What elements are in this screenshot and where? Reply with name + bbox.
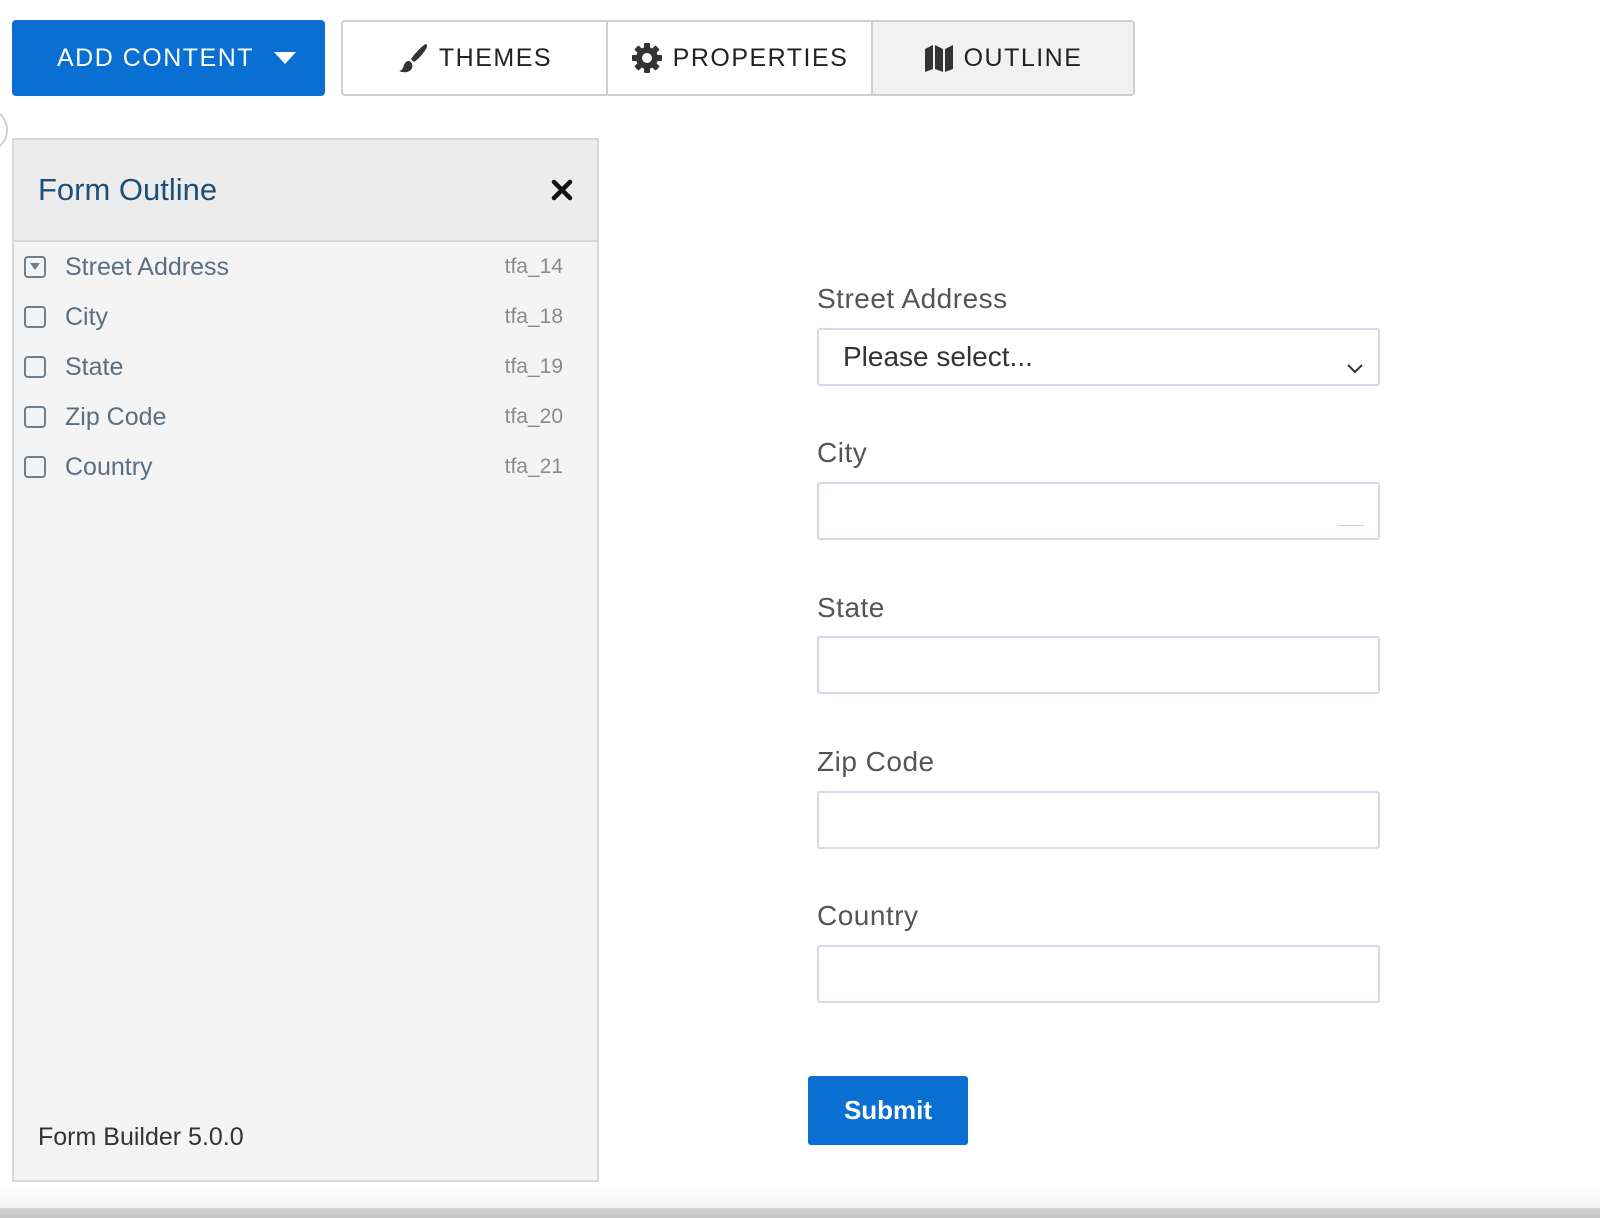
add-content-label: ADD CONTENT [57,43,255,72]
outline-item-label: State [65,352,124,381]
submit-button[interactable]: Submit [808,1076,968,1145]
outline-item-id: tfa_20 [504,405,563,428]
tab-outline-label: OUTLINE [963,43,1083,72]
tab-themes-label: THEMES [438,43,553,72]
zip-code-input[interactable] [817,791,1380,849]
outline-item-city[interactable]: City tfa_18 [14,292,597,342]
text-field-icon [24,456,46,478]
toolbar-tabs: THEMES PROPERTIES OUTLINE [341,20,1135,96]
panel-header: Form Outline [14,140,597,242]
text-field-icon [24,356,46,378]
country-label: Country [817,900,919,931]
state-input[interactable] [817,636,1380,694]
tab-properties[interactable]: PROPERTIES [606,22,871,94]
outline-item-label: Country [65,452,153,481]
outline-item-street-address[interactable]: Street Address tfa_14 [14,242,597,292]
chevron-down-icon [1346,350,1364,382]
add-content-button[interactable]: ADD CONTENT [12,20,325,96]
outline-item-id: tfa_21 [504,455,563,478]
version-label: Form Builder 5.0.0 [38,1123,244,1151]
gear-icon [631,42,663,74]
map-icon [924,43,954,73]
country-input[interactable] [817,945,1380,1003]
tab-themes[interactable]: THEMES [343,22,606,94]
close-icon[interactable] [551,179,573,201]
outline-item-label: Street Address [65,252,229,281]
panel-title: Form Outline [38,172,218,207]
outline-item-id: tfa_18 [504,305,563,328]
street-address-select[interactable]: Please select... [817,328,1380,386]
horizontal-scrollbar[interactable] [0,1184,1600,1218]
select-field-icon [24,256,46,278]
form-outline-panel: Form Outline Street Address tfa_14 City … [12,138,599,1182]
outline-item-state[interactable]: State tfa_19 [14,342,597,392]
caret-down-icon [274,52,297,64]
street-address-label: Street Address [817,283,1008,314]
state-label: State [817,592,885,623]
outline-list: Street Address tfa_14 City tfa_18 State … [14,242,597,492]
city-label: City [817,437,868,468]
street-address-placeholder: Please select... [843,341,1033,372]
text-field-icon [24,406,46,428]
paintbrush-icon [397,42,429,74]
text-field-icon [24,306,46,328]
outline-item-label: Zip Code [65,402,167,431]
tab-outline[interactable]: OUTLINE [871,22,1133,94]
outline-item-country[interactable]: Country tfa_21 [14,442,597,492]
collapse-handle[interactable] [0,110,8,150]
submit-label: Submit [843,1095,933,1125]
field-underline-mark [1338,525,1364,526]
outline-item-zip-code[interactable]: Zip Code tfa_20 [14,392,597,442]
zip-code-label: Zip Code [817,746,935,777]
outline-item-id: tfa_19 [504,355,563,378]
city-input[interactable] [817,482,1380,540]
outline-item-id: tfa_14 [504,255,563,278]
tab-properties-label: PROPERTIES [672,43,849,72]
outline-item-label: City [65,302,109,331]
